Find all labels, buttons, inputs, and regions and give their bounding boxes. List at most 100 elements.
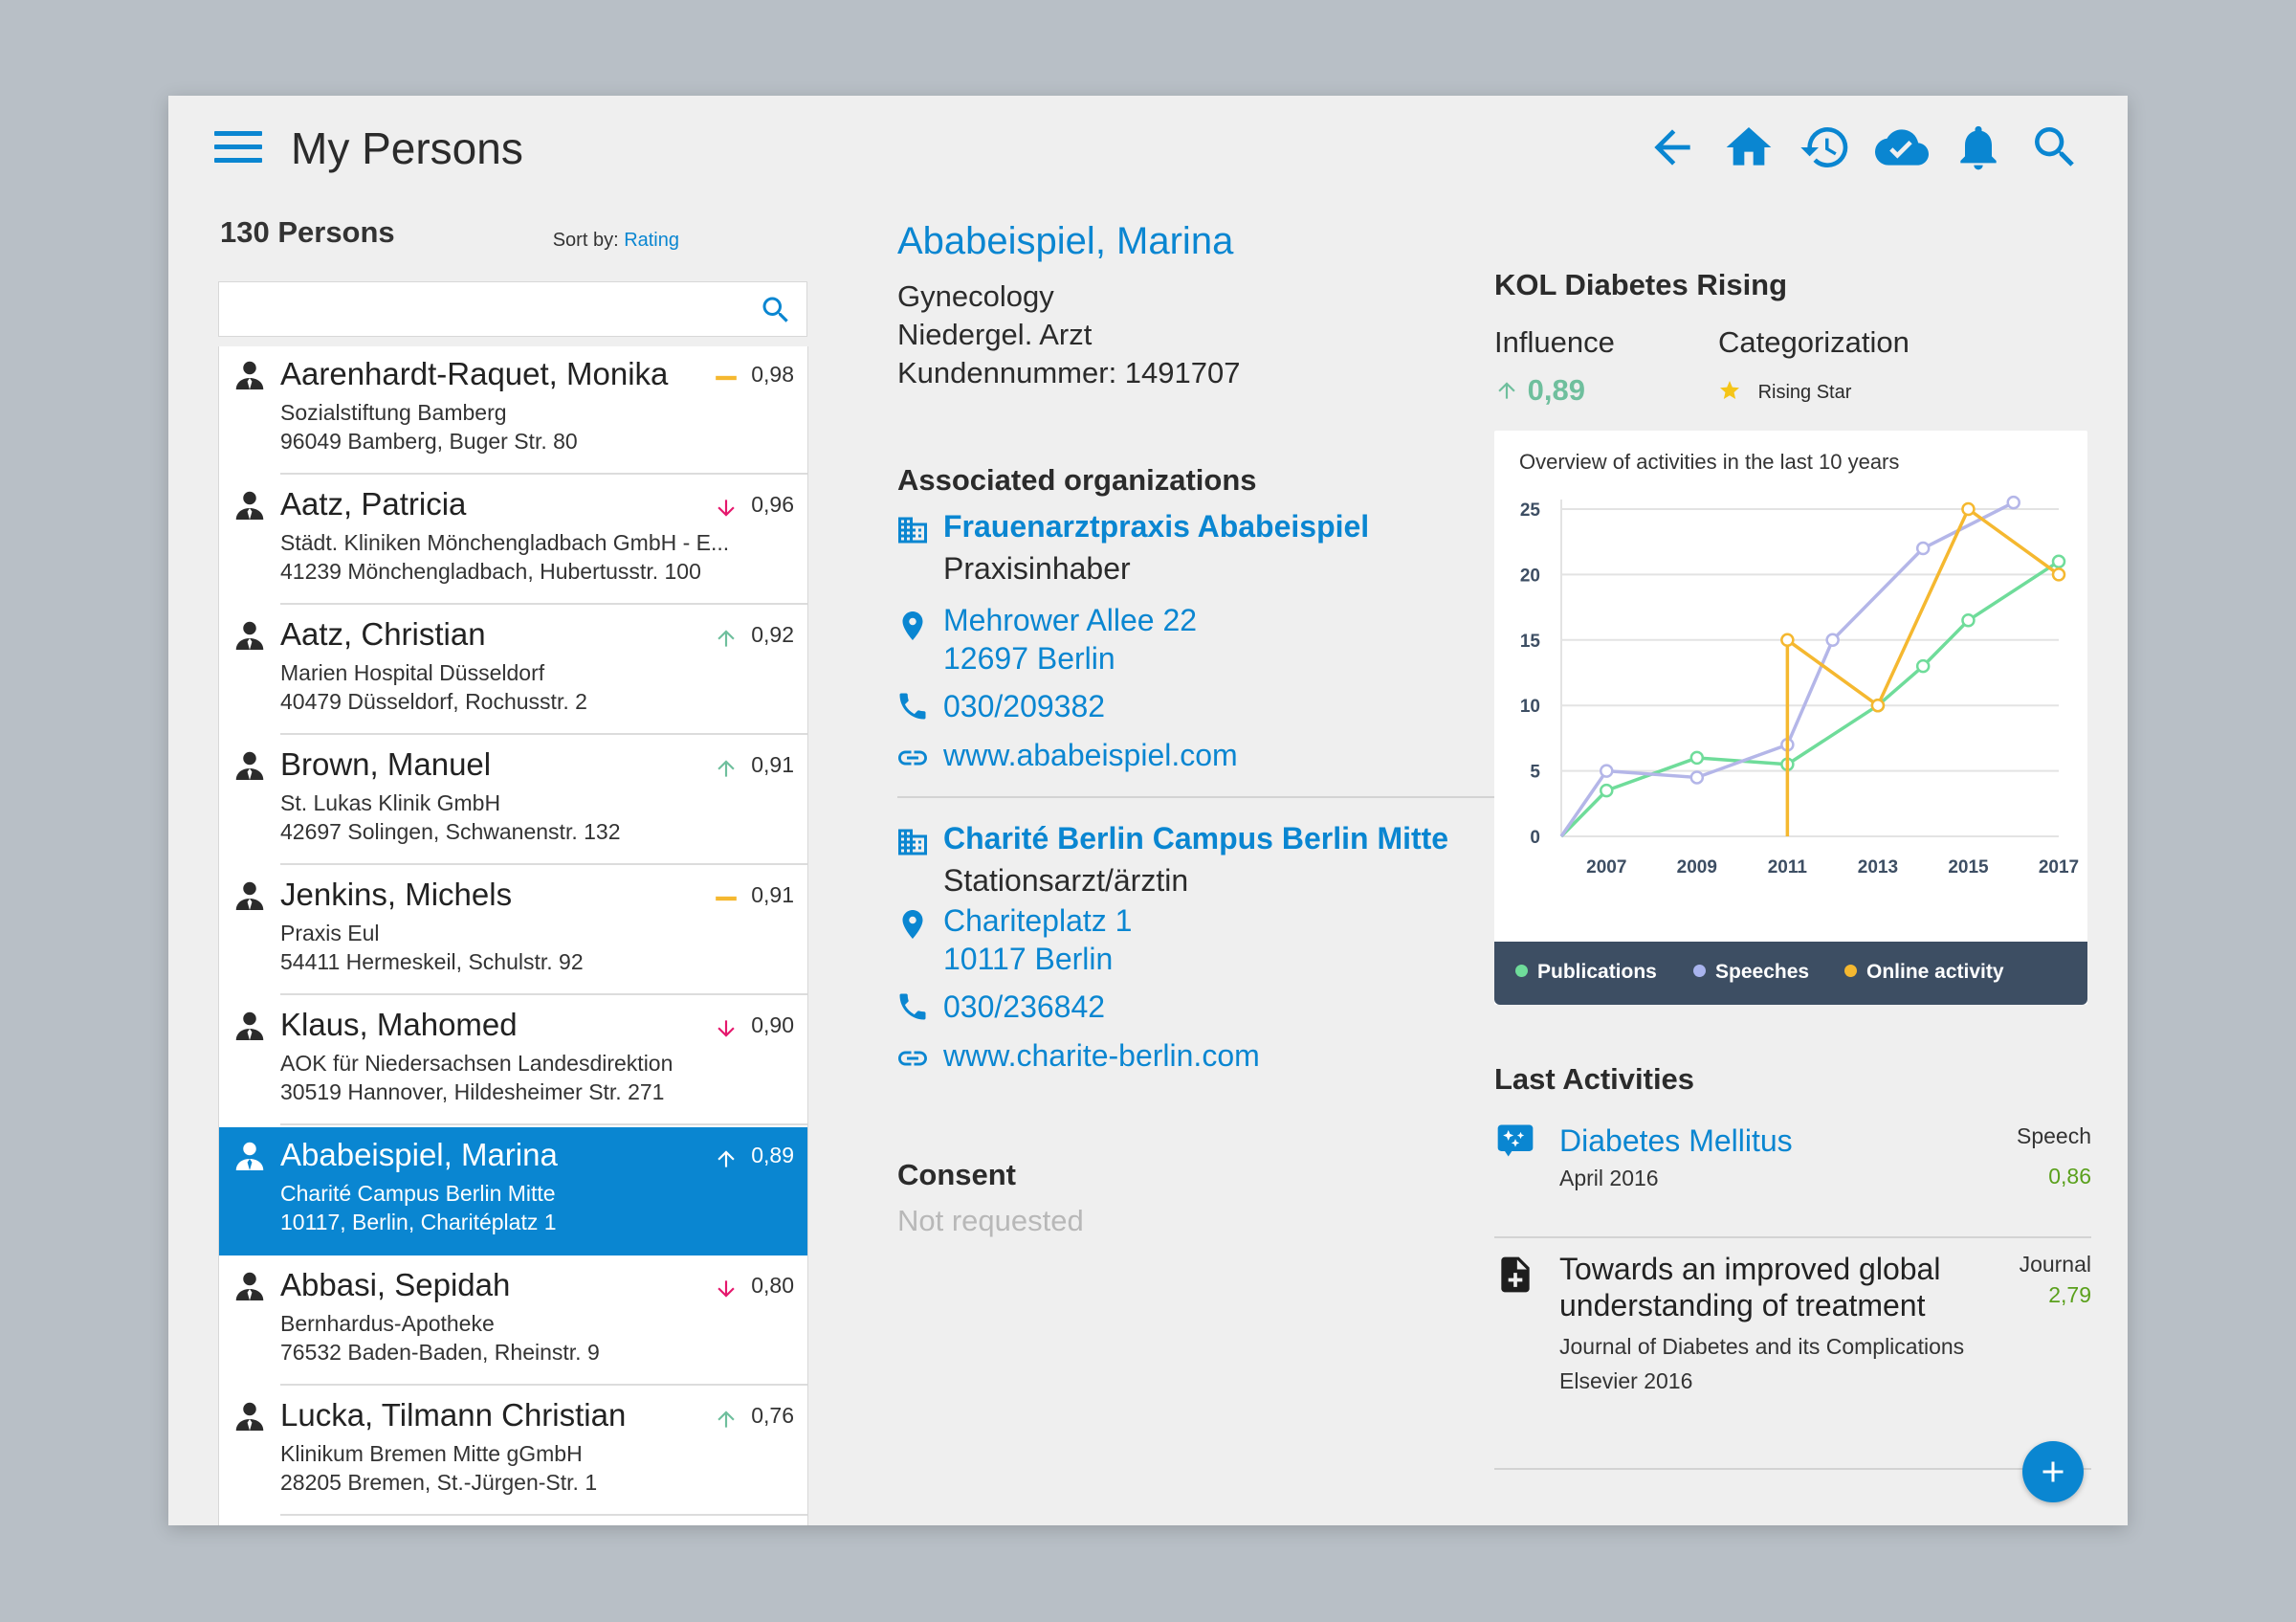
org-divider — [897, 796, 1594, 798]
y-tick-label: 25 — [1520, 500, 1541, 521]
person-search-box[interactable] — [218, 281, 807, 337]
history-icon[interactable] — [1799, 121, 1852, 174]
plus-icon — [2042, 1461, 2064, 1482]
persons-count: 130 Persons — [220, 215, 395, 249]
org-street-link[interactable]: Chariteplatz 1 — [943, 903, 1132, 939]
legend-dot — [1693, 965, 1706, 977]
y-tick-label: 10 — [1520, 697, 1540, 717]
data-point — [1689, 770, 1705, 785]
person-list-item[interactable]: Aatz, Christian Marien Hospital Düsseldor… — [219, 607, 807, 735]
activity-item[interactable]: Diabetes Mellitus April 2016 Speech 0,86 — [1494, 1118, 2091, 1236]
activity-score: 0,86 — [2048, 1164, 2091, 1189]
person-address: 30519 Hannover, Hildesheimer Str. 271 — [280, 1079, 665, 1104]
kol-title: KOL Diabetes Rising — [1494, 268, 1788, 301]
person-list-item[interactable]: Ababeispiel, Marina Charité Campus Berlin… — [219, 1127, 807, 1255]
list-divider — [280, 603, 807, 605]
trend-flat-icon — [714, 366, 739, 390]
org-website-link[interactable]: www.ababeispiel.com — [943, 738, 1238, 773]
person-list-item[interactable]: Aatz, Patricia Städt. Kliniken Mönchengla… — [219, 477, 807, 605]
x-tick-label: 2009 — [1677, 857, 1717, 878]
back-arrow-icon[interactable] — [1645, 121, 1699, 174]
person-list-item[interactable]: Aarenhardt-Raquet, Monika Sozialstiftung … — [219, 346, 807, 475]
sort-prefix: Sort by: — [552, 230, 619, 251]
person-org: AOK für Niedersachsen Landesdirektion — [280, 1051, 673, 1076]
person-address: 41239 Mönchengladbach, Hubertusstr. 100 — [280, 559, 701, 584]
y-tick-label: 20 — [1520, 566, 1540, 586]
person-org: Klinikum Bremen Mitte gGmbH — [280, 1441, 583, 1466]
list-divider — [280, 733, 807, 735]
data-point — [1825, 633, 1840, 648]
trend-down-icon — [714, 1016, 739, 1041]
person-list-item[interactable]: Klaus, Mahomed AOK für Niedersachsen Land… — [219, 997, 807, 1125]
data-point — [1780, 633, 1795, 648]
legend-item-speeches[interactable]: Speeches — [1693, 961, 1809, 984]
person-search-input[interactable] — [229, 290, 749, 330]
org-street-link[interactable]: Mehrower Allee 22 — [943, 603, 1197, 638]
org-city-link[interactable]: 10117 Berlin — [943, 942, 1113, 977]
home-icon[interactable] — [1722, 121, 1776, 174]
categorization-value: Rising Star — [1718, 379, 1851, 404]
x-tick-label: 2011 — [1768, 857, 1808, 878]
activity-line-chart: Overview of activities in the last 10 ye… — [1519, 450, 2079, 878]
org-name-link[interactable]: Frauenarztpraxis Ababeispiel — [943, 509, 1369, 544]
speech-icon — [1497, 1124, 1534, 1157]
y-tick-label: 0 — [1530, 828, 1540, 848]
legend-item-online-activity[interactable]: Online activity — [1844, 961, 2004, 984]
influence-label: Influence — [1494, 325, 1615, 359]
link-icon — [895, 1041, 930, 1076]
person-org: Sozialstiftung Bamberg — [280, 400, 507, 425]
activity-title-line[interactable]: understanding of treatment — [1559, 1288, 1925, 1323]
x-tick-label: 2007 — [1586, 857, 1626, 878]
activity-score: 2,79 — [2048, 1282, 2091, 1307]
org-city-link[interactable]: 12697 Berlin — [943, 641, 1115, 677]
consent-title: Consent — [897, 1158, 1016, 1191]
activity-title-link[interactable]: Diabetes Mellitus — [1559, 1123, 1793, 1159]
person-list-item[interactable]: Lucka, Tilmann Christian Klinikum Bremen … — [219, 1388, 807, 1516]
org-name-link[interactable]: Charité Berlin Campus Berlin Mitte — [943, 821, 1448, 856]
search-icon[interactable] — [759, 293, 793, 327]
activity-item[interactable]: Towards an improved global understanding… — [1494, 1246, 2091, 1466]
person-list-item[interactable]: Brown, Manuel St. Lukas Klinik GmbH 42697 … — [219, 737, 807, 865]
associated-orgs-title: Associated organizations — [897, 463, 1257, 497]
list-divider — [280, 1384, 807, 1386]
trend-down-icon — [714, 1277, 739, 1301]
person-icon — [232, 1267, 267, 1305]
activity-divider — [1494, 1468, 2091, 1470]
person-name: Aarenhardt-Raquet, Monika — [280, 356, 669, 391]
sort-control[interactable]: Sort by: Rating — [553, 230, 679, 252]
legend-item-publications[interactable]: Publications — [1515, 961, 1657, 984]
org-website-link[interactable]: www.charite-berlin.com — [943, 1038, 1260, 1074]
x-tick-label: 2013 — [1858, 857, 1898, 878]
data-point — [1600, 764, 1614, 778]
search-icon[interactable] — [2028, 121, 2082, 174]
person-specialty: Gynecology — [897, 279, 1054, 313]
data-point — [1600, 783, 1614, 798]
sort-value[interactable]: Rating — [624, 230, 679, 251]
person-icon — [232, 1007, 267, 1045]
location-pin-icon — [895, 907, 930, 942]
person-address: 10117, Berlin, Charitéplatz 1 — [280, 1210, 557, 1234]
chart-legend: Publications Speeches Online activity — [1494, 942, 2087, 1005]
add-button[interactable] — [2022, 1441, 2084, 1502]
building-icon — [895, 825, 930, 859]
cloud-sync-icon[interactable] — [1875, 121, 1929, 174]
person-address: 28205 Bremen, St.-Jürgen-Str. 1 — [280, 1470, 598, 1495]
legend-label: Online activity — [1866, 961, 2004, 983]
person-icon — [232, 616, 267, 655]
person-icon — [232, 486, 267, 524]
last-activities-title: Last Activities — [1494, 1062, 1695, 1096]
menu-icon[interactable] — [214, 131, 262, 166]
person-org: Praxis Eul — [280, 921, 380, 945]
bell-icon[interactable] — [1952, 121, 2005, 174]
trend-up-icon — [1498, 382, 1515, 399]
person-address: 42697 Solingen, Schwanenstr. 132 — [280, 819, 621, 844]
person-org: Charité Campus Berlin Mitte — [280, 1181, 556, 1206]
org-phone-link[interactable]: 030/236842 — [943, 989, 1105, 1025]
activity-type: Journal — [2019, 1252, 2091, 1277]
activity-title-line[interactable]: Towards an improved global — [1559, 1252, 1940, 1287]
person-list-item[interactable]: Abbasi, Sepidah Bernhardus-Apotheke 76532 … — [219, 1257, 807, 1386]
org-phone-link[interactable]: 030/209382 — [943, 689, 1105, 724]
person-list-item[interactable]: Jenkins, Michels Praxis Eul 54411 Hermeske… — [219, 867, 807, 995]
trend-down-icon — [714, 496, 739, 521]
chart-title: Overview of activities in the last 10 ye… — [1519, 450, 1899, 474]
